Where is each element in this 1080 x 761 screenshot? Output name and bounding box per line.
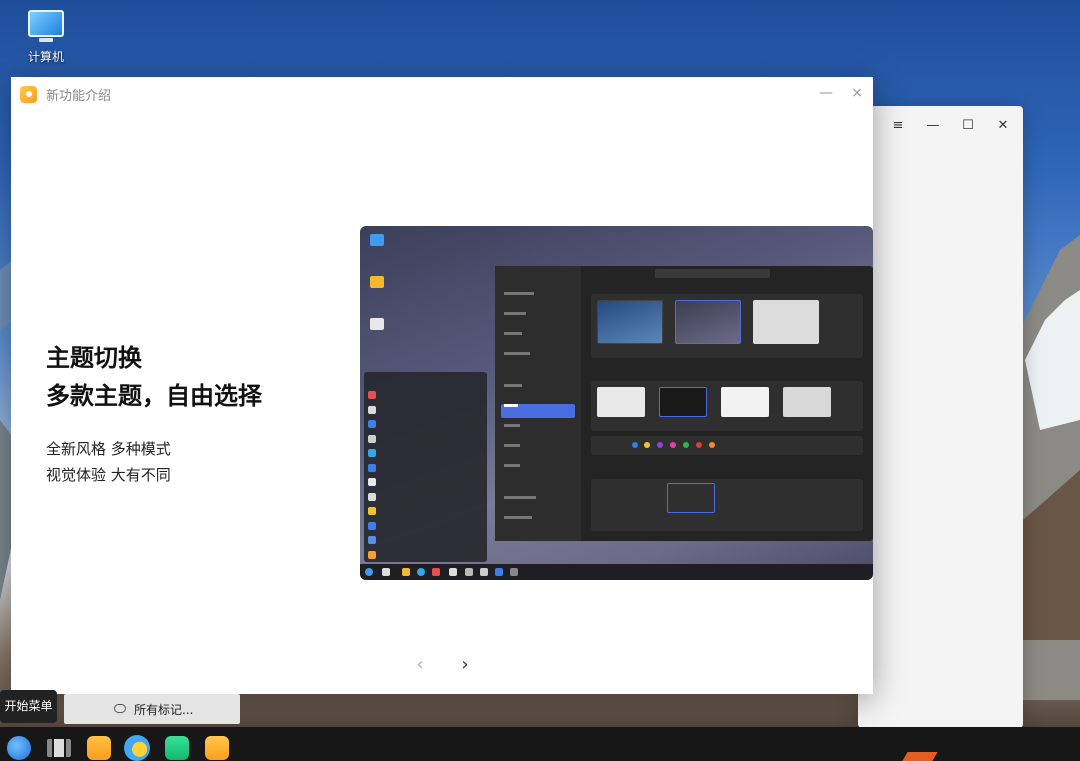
previous-button[interactable]: ‹ [410,655,430,675]
theme-preview-image [360,226,873,580]
tag-filter-bar[interactable]: 所有标记... [64,694,240,724]
new-features-dialog: 新功能介绍 — × 主题切换 多款主题，自由选择 全新风格 多种模式 视觉体验 … [11,77,873,694]
feature-heading-line2: 多款主题，自由选择 [46,382,262,410]
tips-app-icon [20,85,37,103]
minimize-button[interactable]: — [819,85,833,101]
maximize-button[interactable]: ☐ [960,118,976,134]
start-menu-tooltip: 开始菜单 [0,690,57,723]
archive-icon[interactable] [87,736,111,760]
close-button[interactable]: ✕ [995,118,1011,134]
multitask-view-icon[interactable] [47,739,71,757]
tag-filter-label: 所有标记... [134,702,194,717]
next-button[interactable]: › [455,655,475,675]
feature-description-line1: 全新风格 多种模式 [46,440,171,458]
preview-computer-icon [370,234,384,246]
preview-taskbar [360,564,873,580]
browser-icon[interactable] [124,735,150,761]
desktop-icon-computer[interactable]: 计算机 [20,10,72,65]
tag-icon [114,704,126,713]
start-menu-icon[interactable] [7,736,31,760]
feature-heading-line1: 主题切换 [46,344,142,372]
feature-description-line2: 视觉体验 大有不同 [46,466,171,484]
preview-settings-sidebar [495,266,581,541]
tips-icon[interactable] [205,736,229,760]
preview-settings-window [495,266,873,541]
feature-heading: 主题切换 多款主题，自由选择 [46,339,262,415]
preview-trash-icon [370,318,384,330]
dialog-title: 新功能介绍 [46,88,112,104]
preview-launcher [364,372,487,562]
dialog-titlebar: 新功能介绍 [11,77,873,111]
menu-icon[interactable]: ≡ [890,118,906,134]
close-button[interactable]: × [851,85,863,101]
background-window[interactable]: ≡ — ☐ ✕ [858,106,1023,728]
app-store-icon[interactable] [165,736,189,760]
feature-description: 全新风格 多种模式 视觉体验 大有不同 [46,436,171,488]
computer-icon [28,10,64,37]
preview-folder-icon [370,276,384,288]
wallpaper-orange-accent [902,752,938,761]
desktop-icon-label: 计算机 [27,50,64,64]
minimize-button[interactable]: — [925,118,941,134]
monitor-stand [39,38,53,42]
